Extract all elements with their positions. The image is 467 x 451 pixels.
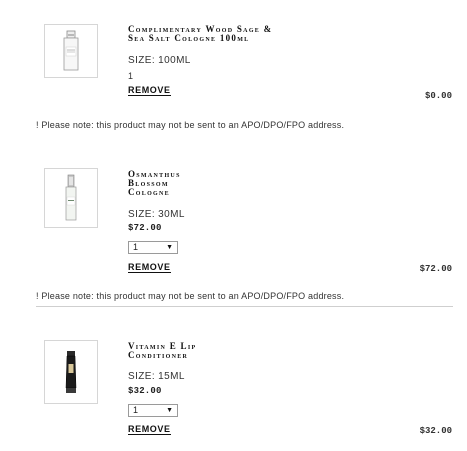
product-name[interactable]: Complimentary Wood Sage & Sea Salt Colog… (128, 25, 272, 43)
shipping-note: ! Please note: this product may not be s… (36, 120, 345, 130)
product-size: SIZE: 30ML (128, 209, 185, 220)
unit-price: $32.00 (128, 386, 162, 396)
unit-price: $72.00 (128, 223, 162, 233)
product-name-line: Conditioner (128, 350, 189, 360)
product-name-line: Cologne (128, 187, 170, 197)
cologne-bottle-slim-icon (65, 174, 77, 221)
quantity-selected-value: 1 (133, 405, 139, 415)
line-total: $72.00 (419, 264, 452, 274)
cologne-bottle-icon (63, 30, 79, 71)
remove-button[interactable]: REMOVE (128, 85, 171, 96)
chevron-down-icon: ▼ (166, 244, 173, 251)
line-total: $0.00 (424, 91, 452, 101)
divider (36, 306, 453, 307)
lip-tube-icon (65, 351, 77, 393)
product-name-line: Sea Salt Cologne 100ml (128, 33, 250, 43)
line-total: $32.00 (419, 426, 452, 436)
quantity-value: 1 (128, 71, 134, 81)
product-image[interactable] (44, 24, 98, 78)
chevron-down-icon: ▼ (166, 407, 173, 414)
product-name[interactable]: Osmanthus Blossom Cologne (128, 170, 181, 197)
product-image[interactable] (44, 340, 98, 404)
remove-button[interactable]: REMOVE (128, 424, 171, 435)
shipping-note: ! Please note: this product may not be s… (36, 291, 345, 301)
product-name[interactable]: Vitamin E Lip Conditioner (128, 342, 196, 360)
remove-button[interactable]: REMOVE (128, 262, 171, 273)
quantity-select[interactable]: 1 ▼ (128, 241, 178, 254)
product-size: SIZE: 100ML (128, 55, 191, 66)
product-image[interactable] (44, 168, 98, 228)
quantity-selected-value: 1 (133, 242, 139, 252)
product-size: SIZE: 15ML (128, 371, 185, 382)
quantity-select[interactable]: 1 ▼ (128, 404, 178, 417)
cart-item: Complimentary Wood Sage & Sea Salt Colog… (0, 0, 467, 110)
